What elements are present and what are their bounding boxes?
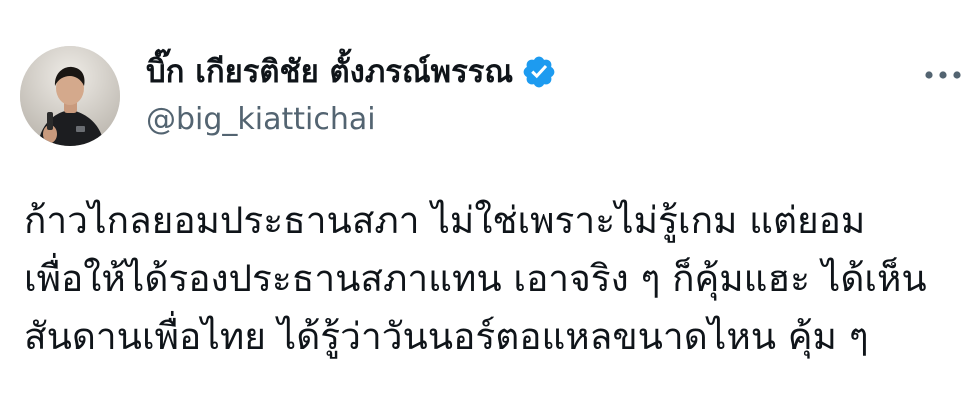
tweet-text-line: สันดานเพื่อไทย ได้รู้ว่าวันนอร์ตอแหลขนาด… (24, 315, 869, 358)
more-options-button[interactable] (918, 60, 968, 90)
author-display-name[interactable]: บิ๊ก เกียรติชัย ตั้งภรณ์พรรณ (146, 48, 513, 96)
tweet-header: บิ๊ก เกียรติชัย ตั้งภรณ์พรรณ @big_kiatti… (146, 48, 557, 140)
name-row: บิ๊ก เกียรติชัย ตั้งภรณ์พรรณ (146, 48, 557, 96)
tweet-text: ก้าวไกลยอมประธานสภา ไม่ใช่เพราะไม่รู้เกม… (24, 192, 974, 366)
verified-badge-icon[interactable] (521, 54, 557, 90)
tweet-card: บิ๊ก เกียรติชัย ตั้งภรณ์พรรณ @big_kiatti… (0, 0, 980, 414)
author-handle[interactable]: @big_kiattichai (146, 100, 557, 140)
author-avatar[interactable] (20, 46, 120, 146)
tweet-text-line: ก้าวไกลยอมประธานสภา ไม่ใช่เพราะไม่รู้เกม… (24, 199, 866, 242)
more-horizontal-icon (925, 71, 961, 79)
tweet-text-line: เพื่อให้ได้รองประธานสภาแทน เอาจริง ๆ ก็ค… (24, 257, 927, 300)
